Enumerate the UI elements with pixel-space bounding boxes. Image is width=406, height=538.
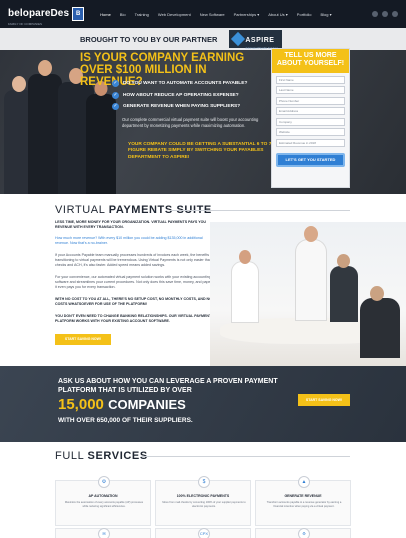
person-left xyxy=(232,262,258,322)
main-menu: Home Bio Training Web Development New So… xyxy=(100,12,331,17)
bullet-item: ✓ DO YOU WANT TO AUTOMATE ACCOUNTS PAYAB… xyxy=(112,80,248,87)
social-icons xyxy=(372,11,398,17)
first-name-field[interactable]: First Name xyxy=(276,75,345,84)
person-right xyxy=(360,298,400,358)
service-card-row2-3[interactable]: ⚙ xyxy=(255,528,351,538)
service-card-desc: Move from mail checks by converting 100%… xyxy=(162,501,246,508)
email-field[interactable]: Email Address xyxy=(276,107,345,115)
person-2 xyxy=(28,60,62,194)
partner-bar: BROUGHT TO YOU BY OUR PARTNER ASPIRE Aut… xyxy=(0,28,406,50)
logo[interactable]: belopareDes FAMILY OF COMPANIES B xyxy=(8,3,85,26)
bullet-item: ✓ GENERATE REVENUE WHEN PAYING SUPPLIERS… xyxy=(112,103,241,110)
service-card-generate-revenue[interactable]: ▲ GENERATE REVENUE Transform accounts pa… xyxy=(255,476,351,526)
banner-suppliers: WITH OVER 650,000 OF THEIR SUPPLIERS. xyxy=(58,417,193,424)
form-title: TELL US MORE ABOUT YOURSELF! xyxy=(272,49,349,73)
vps-revenue-note: How much more revenue? With every $10 mi… xyxy=(55,236,203,245)
phone-field[interactable]: Phone Number xyxy=(276,96,345,105)
payment-icon: $ xyxy=(198,476,210,488)
settings-icon: ⚙ xyxy=(298,528,310,538)
menu-item-web-development[interactable]: Web Development xyxy=(158,12,191,17)
start-saving-button[interactable]: START SAVING NOW! xyxy=(55,334,111,345)
service-card-desc: Transform accounts payable to a revenue … xyxy=(266,501,342,508)
aspire-mark-icon xyxy=(231,31,246,47)
service-card-row2-1[interactable]: ✉ xyxy=(55,528,151,538)
company-field[interactable]: Company xyxy=(276,117,345,126)
service-card-desc: Maximize the automation of every account… xyxy=(64,501,144,508)
service-card-electronic-payments[interactable]: $ 100% ELECTRONIC PAYMENTS Move from mai… xyxy=(155,476,251,526)
divider xyxy=(142,456,350,457)
services-title: FULL SERVICES xyxy=(55,450,148,462)
meeting-photo xyxy=(210,222,406,370)
menu-item-partnerships[interactable]: Partnerships ▾ xyxy=(234,12,260,17)
menu-item-new-software[interactable]: New Software xyxy=(200,12,225,17)
menu-item-portfolio[interactable]: Portfolio xyxy=(297,12,312,17)
logo-text: belopareDes xyxy=(8,7,70,19)
hero-highlight: YOUR COMPANY COULD BE GETTING A SUBSTANT… xyxy=(128,142,272,160)
checkmark-icon: ✓ xyxy=(112,80,119,87)
menu-item-training[interactable]: Training xyxy=(135,12,149,17)
aspire-name: ASPIRE xyxy=(245,36,275,44)
banner-text: ASK US ABOUT HOW YOU CAN LEVERAGE A PROV… xyxy=(58,378,278,394)
top-navbar: belopareDes FAMILY OF COMPANIES B Home B… xyxy=(0,0,406,28)
social-icon-3[interactable] xyxy=(392,11,398,17)
lead-form: TELL US MORE ABOUT YOURSELF! First Name … xyxy=(271,48,350,188)
social-icon-2[interactable] xyxy=(382,11,388,17)
logo-subtitle: FAMILY OF COMPANIES xyxy=(8,21,43,26)
automation-icon: ⚙ xyxy=(98,476,110,488)
last-name-field[interactable]: Last Name xyxy=(276,86,345,94)
vps-no-cost: WITH NO COST TO YOU AT ALL, THERE'S NO S… xyxy=(55,297,212,306)
partner-text: BROUGHT TO YOU BY OUR PARTNER xyxy=(80,34,218,44)
aspire-logo[interactable]: ASPIRE Automated Payable Solutions xyxy=(229,30,283,50)
menu-item-about-us[interactable]: About Us ▾ xyxy=(268,12,288,17)
person-standing xyxy=(296,240,326,320)
vps-paragraph: For your convenience, our automated virt… xyxy=(55,275,213,289)
banner-start-saving-button[interactable]: START SAVING NOW! xyxy=(298,394,350,406)
get-started-button[interactable]: LET'S GET YOU STARTED xyxy=(276,152,345,167)
person-center xyxy=(330,266,358,322)
vps-intro: LESS TIME, MORE MONEY FOR YOUR ORGANIZAT… xyxy=(55,220,207,229)
menu-item-home[interactable]: Home xyxy=(100,12,111,17)
menu-item-blog[interactable]: Blog ▾ xyxy=(320,12,331,17)
service-card-ap-automation[interactable]: ⚙ AP AUTOMATION Maximize the automation … xyxy=(55,476,151,526)
service-card-row2-2[interactable]: CPX xyxy=(155,528,251,538)
service-card-title: GENERATE REVENUE xyxy=(284,494,322,498)
service-card-title: AP AUTOMATION xyxy=(88,494,118,498)
service-card-title: 100% ELECTRONIC PAYMENTS xyxy=(176,494,230,498)
banner-number: 15,000 COMPANIES xyxy=(58,396,186,413)
hero-description: Our complete commercial virtual payment … xyxy=(122,117,259,128)
vps-banking: YOU DON'T EVEN NEED TO CHANGE BANKING RE… xyxy=(55,314,212,323)
divider xyxy=(170,210,350,211)
checkmark-icon: ✓ xyxy=(112,103,119,110)
website-field[interactable]: Website xyxy=(276,128,345,136)
revenue-icon: ▲ xyxy=(298,476,310,488)
mail-icon: ✉ xyxy=(98,528,110,538)
page: belopareDes FAMILY OF COMPANIES B Home B… xyxy=(0,0,406,538)
logo-badge-icon: B xyxy=(72,7,85,21)
bullet-item: ✓ HOW ABOUT REDUCE AP OPERATING EXPENSE? xyxy=(112,91,239,99)
social-icon-1[interactable] xyxy=(372,11,378,17)
cpx-icon: CPX xyxy=(198,528,210,538)
vps-paragraph: If your Accounts Payable team manually p… xyxy=(55,253,214,267)
checkmark-icon: ✓ xyxy=(112,91,119,99)
hero-section: BROUGHT TO YOU BY OUR PARTNER ASPIRE Aut… xyxy=(0,28,406,194)
revenue-field[interactable]: Estimated Revenue in 2018 xyxy=(276,138,345,147)
hero-bullets: ✓ DO YOU WANT TO AUTOMATE ACCOUNTS PAYAB… xyxy=(112,80,247,115)
menu-item-bio[interactable]: Bio xyxy=(120,12,126,17)
